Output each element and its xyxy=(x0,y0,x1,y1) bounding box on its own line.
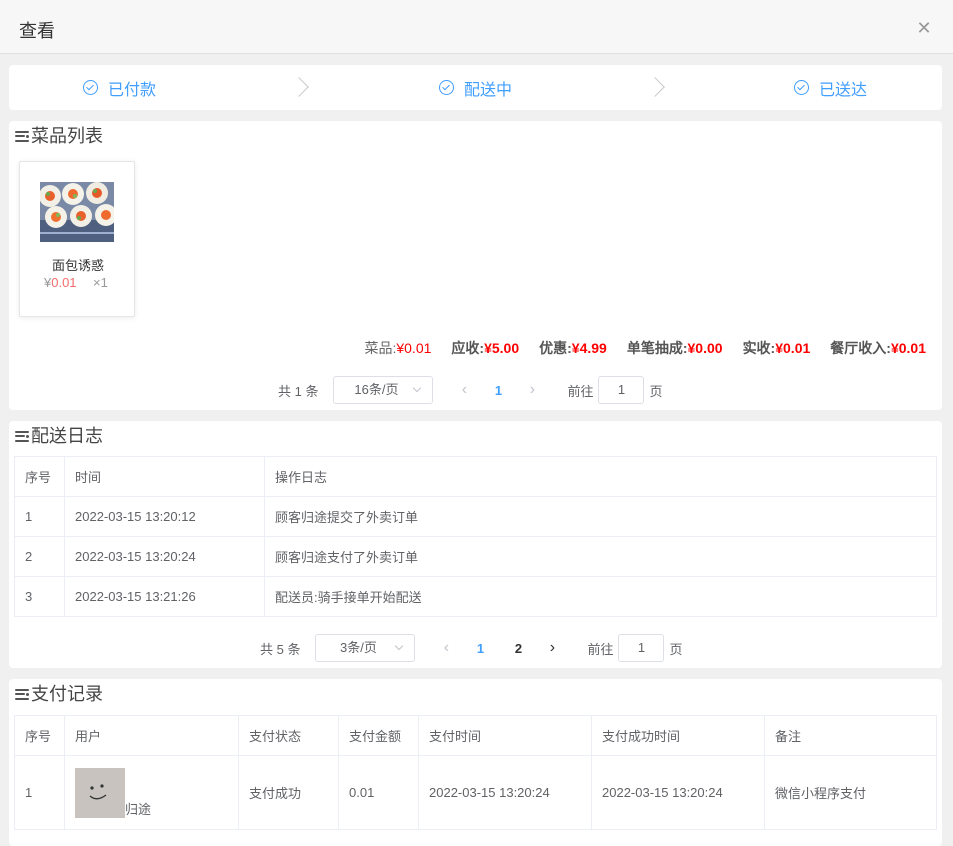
page-number[interactable]: 2 xyxy=(499,641,537,656)
step-paid: 已付款 xyxy=(83,65,156,110)
summary-commission: 单笔抽成:¥0.00 xyxy=(626,340,723,356)
goto-page-input[interactable]: 1 xyxy=(618,634,665,662)
dish-pagination: 共 1 条 16条/页 ‹ 1 › 前往 1 页 xyxy=(278,376,663,404)
page-number[interactable]: 1 xyxy=(479,383,517,398)
check-circle-icon xyxy=(794,80,809,95)
step-delivering: 配送中 xyxy=(439,65,512,110)
order-status-steps: 已付款 配送中 已送达 xyxy=(9,65,942,110)
user-name: 归途 xyxy=(125,801,152,817)
summary-dish: 菜品:¥0.01 xyxy=(364,340,432,356)
section-title: 配送日志 xyxy=(15,425,103,447)
close-icon[interactable]: ✕ xyxy=(916,18,932,38)
goto-label: 前往 xyxy=(567,383,594,399)
prev-page-button[interactable]: ‹ xyxy=(431,639,461,657)
summary-discount: 优惠:¥4.99 xyxy=(539,340,607,356)
step-label: 已付款 xyxy=(108,81,157,99)
check-circle-icon xyxy=(439,80,454,95)
summary-restaurant: 餐厅收入:¥0.01 xyxy=(830,340,926,356)
payment-records-section: 支付记录 序号 用户 支付状态 支付金额 支付时间 支付成功时间 备注 1 归途… xyxy=(9,679,942,846)
goto-label: 前往 xyxy=(587,641,614,657)
dish-card[interactable]: 面包诱惑 ¥0.01 ×1 xyxy=(19,161,135,317)
step-delivered: 已送达 xyxy=(794,65,867,110)
delivery-log-table: 序号 时间 操作日志 1 2022-03-15 13:20:12 顾客归途提交了外卖… xyxy=(14,456,937,617)
dish-list-section: 菜品列表 面包诱惑 ¥0.01 ×1 菜品:¥0.01 应收:¥5.00 优惠:… xyxy=(9,121,942,410)
chevron-right-icon xyxy=(296,76,310,98)
section-title: 菜品列表 xyxy=(15,125,103,147)
page-size-select[interactable]: 16条/页 xyxy=(333,376,434,404)
table-row: 1 2022-03-15 13:20:12 顾客归途提交了外卖订单 xyxy=(14,496,937,537)
step-label: 已送达 xyxy=(819,81,868,99)
menu-icon xyxy=(15,688,29,700)
step-label: 配送中 xyxy=(464,81,513,99)
menu-icon xyxy=(15,430,29,442)
summary-receivable: 应收:¥5.00 xyxy=(451,340,520,356)
summary-actual: 实收:¥0.01 xyxy=(742,340,811,356)
order-summary: 菜品:¥0.01 应收:¥5.00 优惠:¥4.99 单笔抽成:¥0.00 实收… xyxy=(364,338,926,358)
dish-price: ¥0.01 xyxy=(44,275,77,290)
delivery-log-section: 配送日志 序号 时间 操作日志 1 2022-03-15 13:20:12 顾客归途… xyxy=(9,421,942,668)
avatar xyxy=(75,767,125,818)
next-page-button[interactable]: › xyxy=(517,381,547,399)
dialog-title: 查看 xyxy=(19,21,55,41)
menu-icon xyxy=(15,130,29,142)
pagination-total: 共 1 条 xyxy=(278,383,319,399)
goto-page-input[interactable]: 1 xyxy=(598,376,645,404)
page-suffix: 页 xyxy=(649,383,663,399)
log-pagination: 共 5 条 3条/页 ‹ 1 2 › 前往 1 页 xyxy=(260,634,683,662)
table-row: 2 2022-03-15 13:20:24 顾客归途支付了外卖订单 xyxy=(14,536,937,577)
table-row: 1 归途 支付成功 0.01 2022-03-15 13:20:24 2022-… xyxy=(14,755,937,830)
table-row: 3 2022-03-15 13:21:26 配送员:骑手接单开始配送 xyxy=(14,576,937,617)
dish-name: 面包诱惑 xyxy=(51,258,104,273)
table-header-row: 序号 时间 操作日志 xyxy=(14,456,937,497)
dish-image xyxy=(40,182,114,242)
prev-page-button[interactable]: ‹ xyxy=(449,381,479,399)
dish-quantity: ×1 xyxy=(93,275,108,290)
section-title: 支付记录 xyxy=(15,683,103,705)
page-number[interactable]: 1 xyxy=(461,641,499,656)
page-size-select[interactable]: 3条/页 xyxy=(315,634,416,662)
payment-table: 序号 用户 支付状态 支付金额 支付时间 支付成功时间 备注 1 归途 支付成功… xyxy=(14,715,937,830)
check-circle-icon xyxy=(83,80,98,95)
user-cell: 归途 xyxy=(64,755,239,830)
page-suffix: 页 xyxy=(669,641,683,657)
next-page-button[interactable]: › xyxy=(537,639,567,657)
dialog-header: 查看 ✕ xyxy=(0,0,953,54)
chevron-right-icon xyxy=(652,76,666,98)
table-header-row: 序号 用户 支付状态 支付金额 支付时间 支付成功时间 备注 xyxy=(14,715,937,756)
pagination-total: 共 5 条 xyxy=(260,641,301,657)
